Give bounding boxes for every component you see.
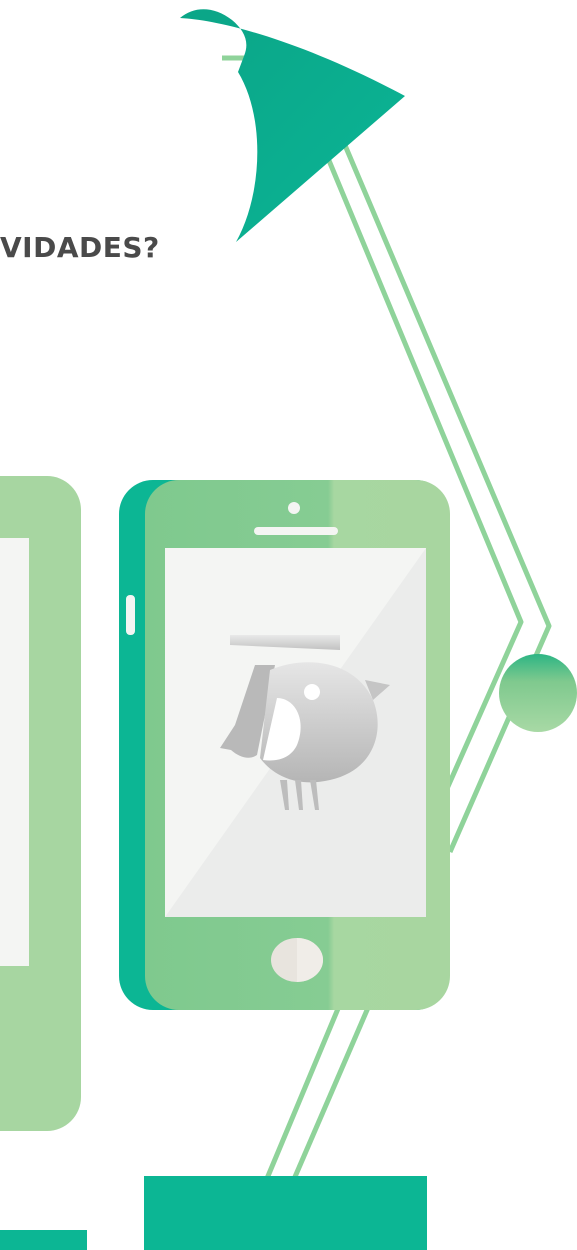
lamp-and-devices-illustration	[0, 9, 577, 1250]
lamp-arm-lower	[255, 979, 383, 1201]
tablet-stand	[0, 1230, 87, 1250]
lamp-joint-knob	[499, 654, 577, 732]
lamp-base	[144, 1176, 427, 1250]
section-heading: VIDADES?	[0, 231, 160, 264]
illustration-scene: VIDADES?	[0, 0, 577, 1250]
tablet-icon	[0, 476, 81, 1131]
